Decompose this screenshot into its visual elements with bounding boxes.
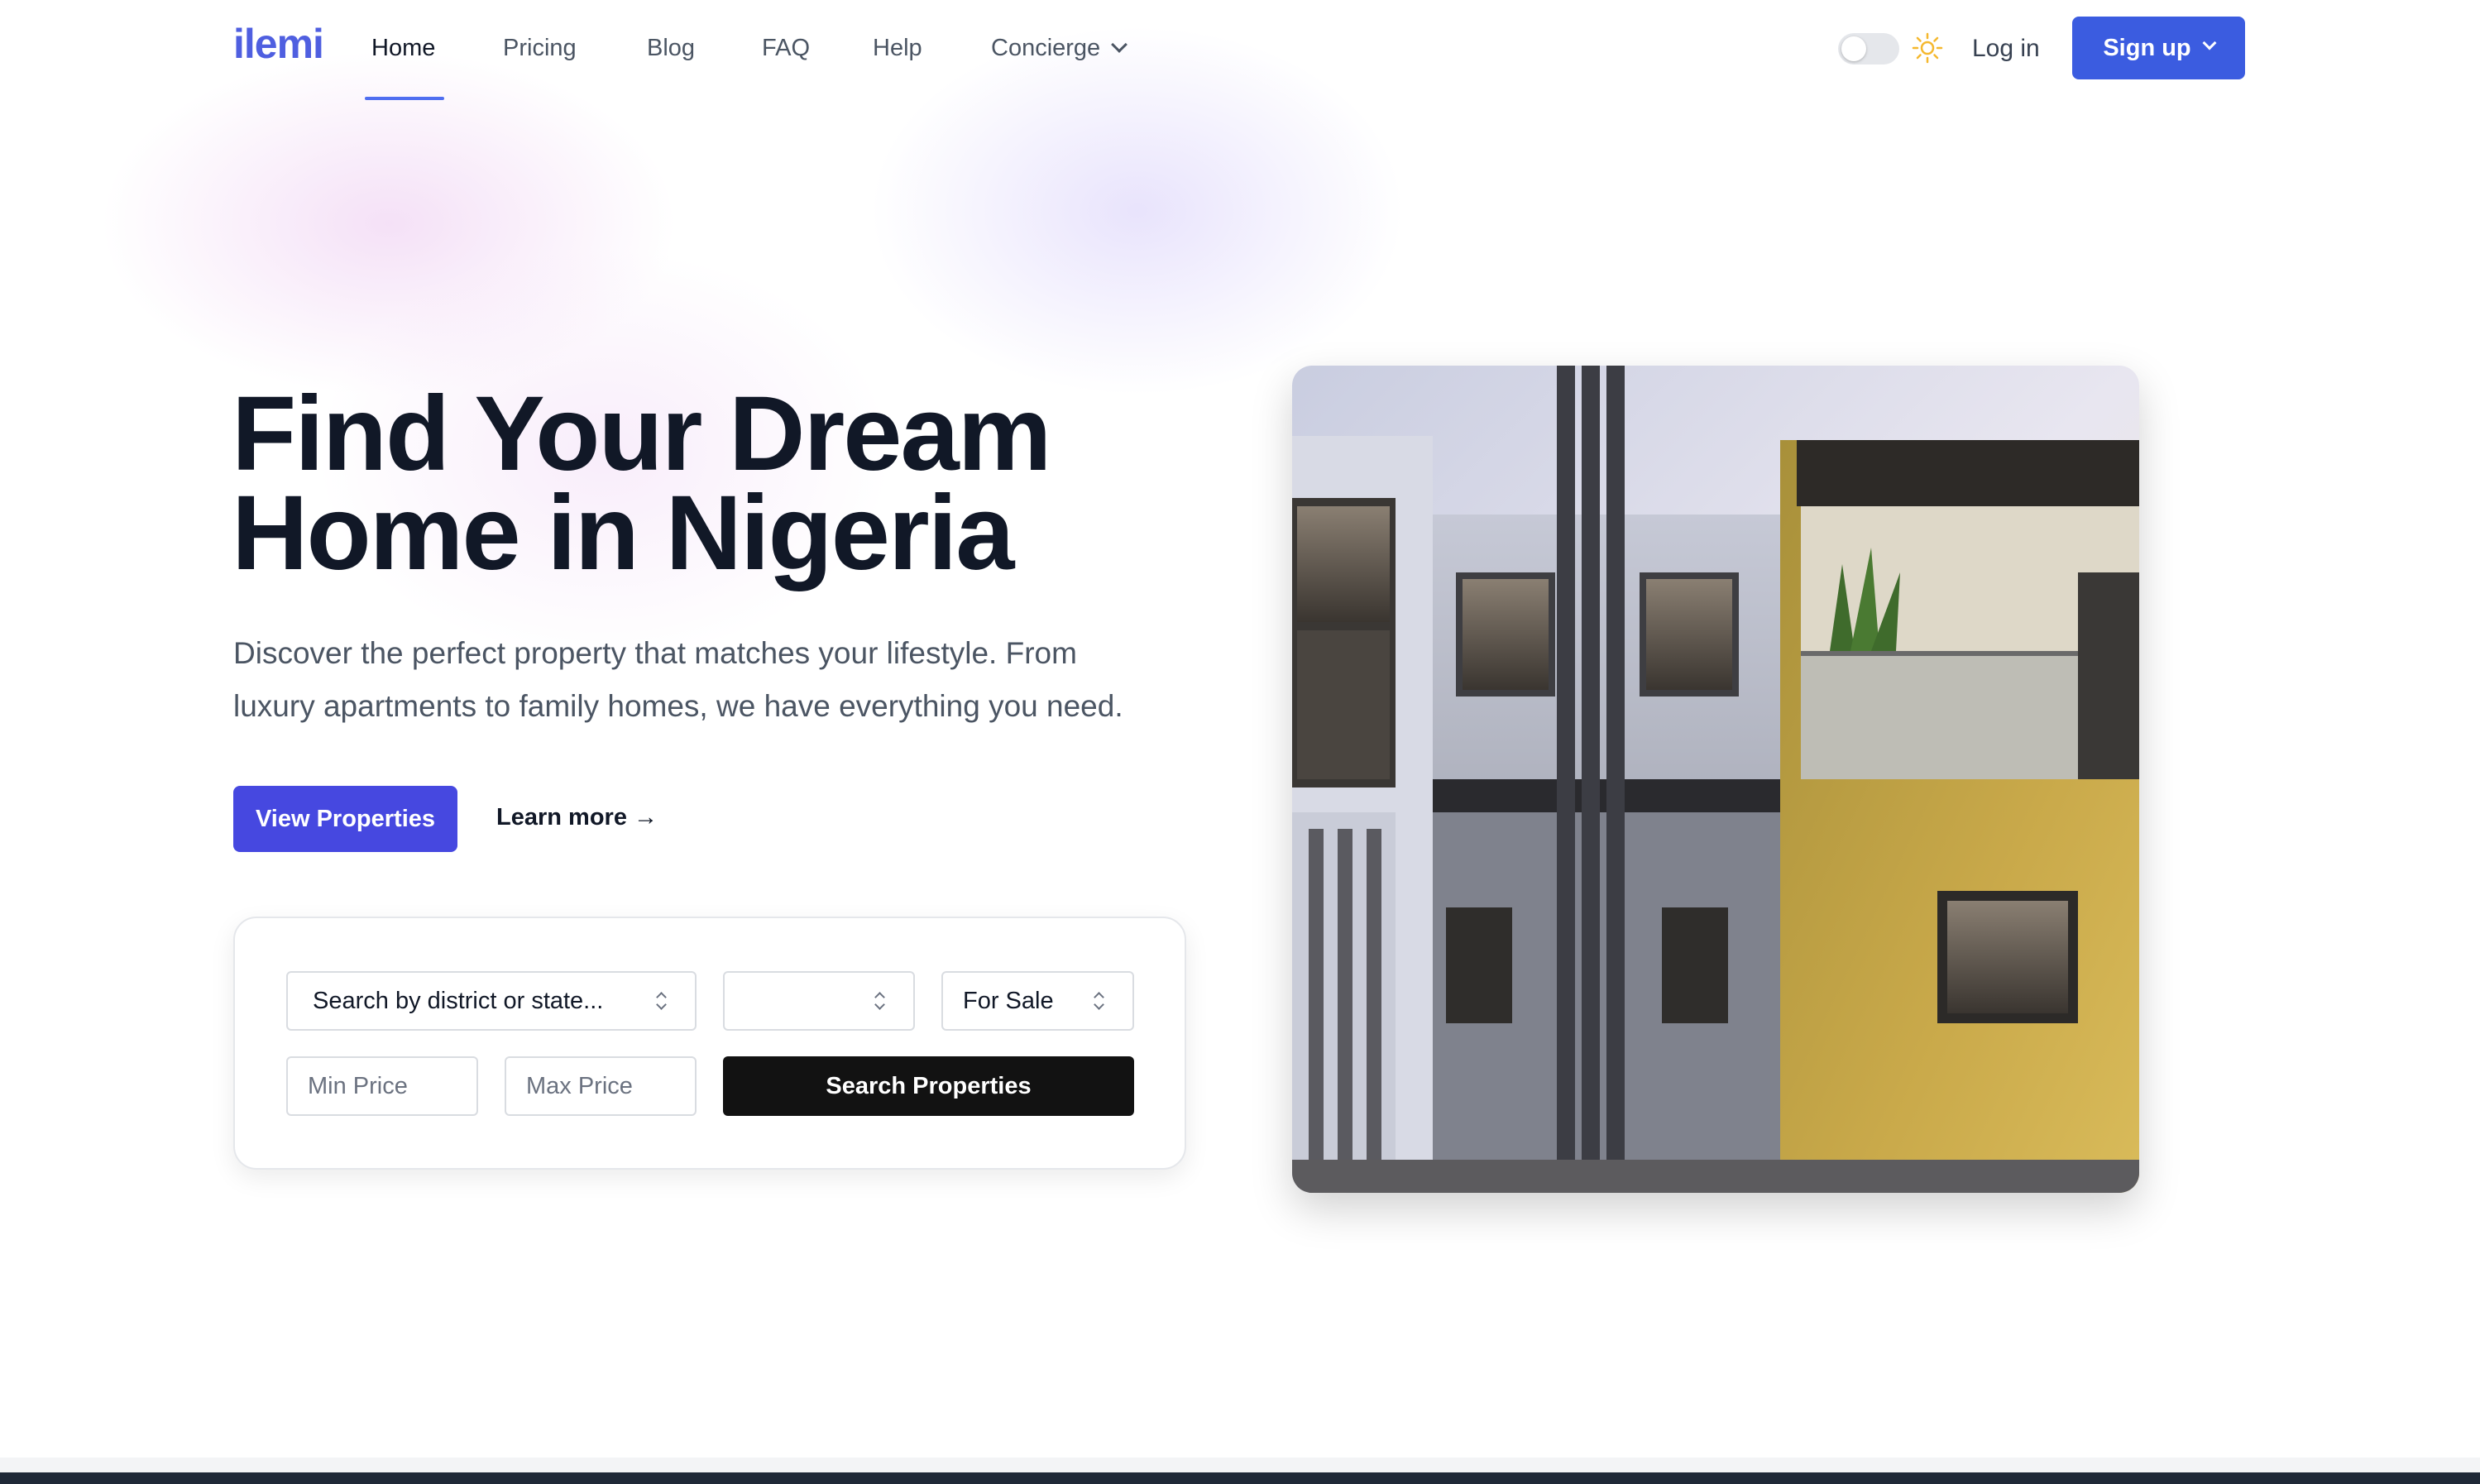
login-link[interactable]: Log in <box>1972 35 2040 63</box>
nav-item-blog[interactable]: Blog <box>647 35 695 62</box>
signup-label: Sign up <box>2103 34 2191 61</box>
select-arrows-icon <box>657 992 665 1010</box>
hero-subtitle: Discover the perfect property that match… <box>233 627 1209 733</box>
background-glow <box>99 50 678 397</box>
hero-subtitle-line: Discover the perfect property that match… <box>233 636 1077 670</box>
view-properties-button[interactable]: View Properties <box>233 786 457 852</box>
location-select-value: Search by district or state... <box>313 987 604 1014</box>
min-price-input[interactable]: Min Price <box>286 1056 478 1116</box>
toggle-knob <box>1841 36 1866 61</box>
listing-type-select[interactable]: For Sale <box>941 971 1134 1031</box>
nav-item-faq[interactable]: FAQ <box>762 35 810 62</box>
learn-more-link[interactable]: Learn more → <box>496 804 658 831</box>
location-select[interactable]: Search by district or state... <box>286 971 697 1031</box>
property-type-select[interactable] <box>723 971 915 1031</box>
hero-property-image <box>1292 366 2139 1193</box>
chevron-down-icon <box>1111 36 1128 53</box>
page-footer-bar <box>0 1472 2480 1484</box>
top-navbar: ilemi Home Pricing Blog FAQ Help Concier… <box>0 0 2480 100</box>
theme-toggle[interactable] <box>1838 33 1899 65</box>
nav-item-home[interactable]: Home <box>371 35 435 62</box>
nav-item-pricing[interactable]: Pricing <box>503 35 577 62</box>
hero-subtitle-line: luxury apartments to family homes, we ha… <box>233 689 1123 723</box>
page-footer-edge <box>0 1458 2480 1472</box>
select-arrows-icon <box>1094 992 1103 1010</box>
sun-icon <box>1912 32 1943 64</box>
signup-button[interactable]: Sign up <box>2072 17 2245 79</box>
chevron-down-icon <box>2202 36 2217 50</box>
nav-item-concierge[interactable]: Concierge <box>991 35 1128 62</box>
search-properties-button[interactable]: Search Properties <box>723 1056 1134 1116</box>
hero-title-line: Home in Nigeria <box>232 474 1014 592</box>
select-arrows-icon <box>875 992 883 1010</box>
listing-type-value: For Sale <box>963 987 1054 1014</box>
max-price-input[interactable]: Max Price <box>505 1056 697 1116</box>
hero-title: Find Your Dream Home in Nigeria <box>232 381 1183 586</box>
nav-item-concierge-label: Concierge <box>991 35 1101 61</box>
property-search-card <box>233 917 1186 1170</box>
nav-item-help[interactable]: Help <box>873 35 922 62</box>
nav-active-indicator <box>365 97 444 100</box>
brand-logo[interactable]: ilemi <box>233 20 324 68</box>
building-illustration <box>1292 366 2139 1193</box>
